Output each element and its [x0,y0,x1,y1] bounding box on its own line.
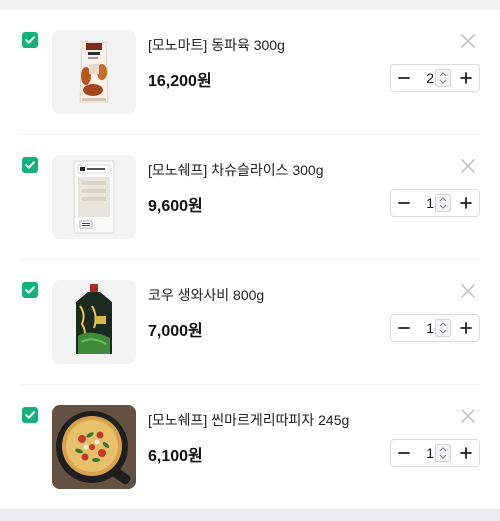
bottom-band [0,509,500,521]
close-icon [461,34,475,48]
plus-icon [460,322,472,334]
cart-item: [모노쉐프] 씬마르게리따피자 245g 6,100원 1 [20,385,480,510]
product-price: 16,200원 [148,73,212,90]
product-price: 6,100원 [148,448,203,465]
product-name[interactable]: [모노쉐프] 차슈슬라이스 300g [148,160,324,180]
check-icon [25,286,35,294]
minus-icon [398,77,410,79]
remove-button[interactable] [460,33,476,49]
quantity-value: 1 [426,445,434,461]
plus-icon [460,72,472,84]
cart-item: [모노쉐프] 차슈슬라이스 300g 9,600원 1 [20,135,480,260]
check-icon [25,36,35,44]
quantity-value: 1 [426,320,434,336]
product-price: 7,000원 [148,323,203,340]
plus-icon [460,447,472,459]
quantity-stepper: 2 [390,64,480,92]
remove-button[interactable] [460,158,476,174]
product-image[interactable] [52,30,136,114]
spin-arrows-icon[interactable] [435,319,451,337]
quantity-stepper: 1 [390,189,480,217]
top-band [0,0,500,10]
close-icon [461,409,475,423]
decrease-quantity-button[interactable] [391,190,417,216]
plus-icon [460,197,472,209]
minus-icon [398,202,410,204]
remove-button[interactable] [460,283,476,299]
increase-quantity-button[interactable] [453,190,479,216]
quantity-value: 2 [426,70,434,86]
product-image[interactable] [52,280,136,364]
cart-item-list: [모노마트] 동파육 300g 16,200원 2 [모노쉐프] 차슈슬라이스 … [0,10,500,509]
wasabi-pouch-image [52,280,136,364]
item-checkbox[interactable] [22,157,38,173]
close-icon [461,159,475,173]
increase-quantity-button[interactable] [453,65,479,91]
item-checkbox[interactable] [22,407,38,423]
spin-arrows-icon[interactable] [435,194,451,212]
item-checkbox[interactable] [22,32,38,48]
decrease-quantity-button[interactable] [391,65,417,91]
item-checkbox[interactable] [22,282,38,298]
minus-icon [398,327,410,329]
close-icon [461,284,475,298]
quantity-stepper: 1 [390,439,480,467]
check-icon [25,411,35,419]
product-name[interactable]: [모노마트] 동파육 300g [148,35,285,55]
spin-arrows-icon[interactable] [435,444,451,462]
quantity-input[interactable]: 1 [417,315,453,341]
product-price: 9,600원 [148,198,203,215]
quantity-value: 1 [426,195,434,211]
chashu-package-image [52,155,136,239]
increase-quantity-button[interactable] [453,440,479,466]
margherita-pizza-image [52,405,136,489]
cart-item: [모노마트] 동파육 300g 16,200원 2 [20,10,480,135]
check-icon [25,161,35,169]
spin-arrows-icon[interactable] [435,69,451,87]
increase-quantity-button[interactable] [453,315,479,341]
product-name[interactable]: [모노쉐프] 씬마르게리따피자 245g [148,410,349,430]
quantity-input[interactable]: 2 [417,65,453,91]
remove-button[interactable] [460,408,476,424]
quantity-input[interactable]: 1 [417,190,453,216]
decrease-quantity-button[interactable] [391,440,417,466]
product-name[interactable]: 코우 생와사비 800g [148,285,264,305]
product-image[interactable] [52,155,136,239]
decrease-quantity-button[interactable] [391,315,417,341]
product-image[interactable] [52,405,136,489]
quantity-input[interactable]: 1 [417,440,453,466]
minus-icon [398,452,410,454]
cart-item: 코우 생와사비 800g 7,000원 1 [20,260,480,385]
quantity-stepper: 1 [390,314,480,342]
dongpayuk-package-image [52,30,136,114]
